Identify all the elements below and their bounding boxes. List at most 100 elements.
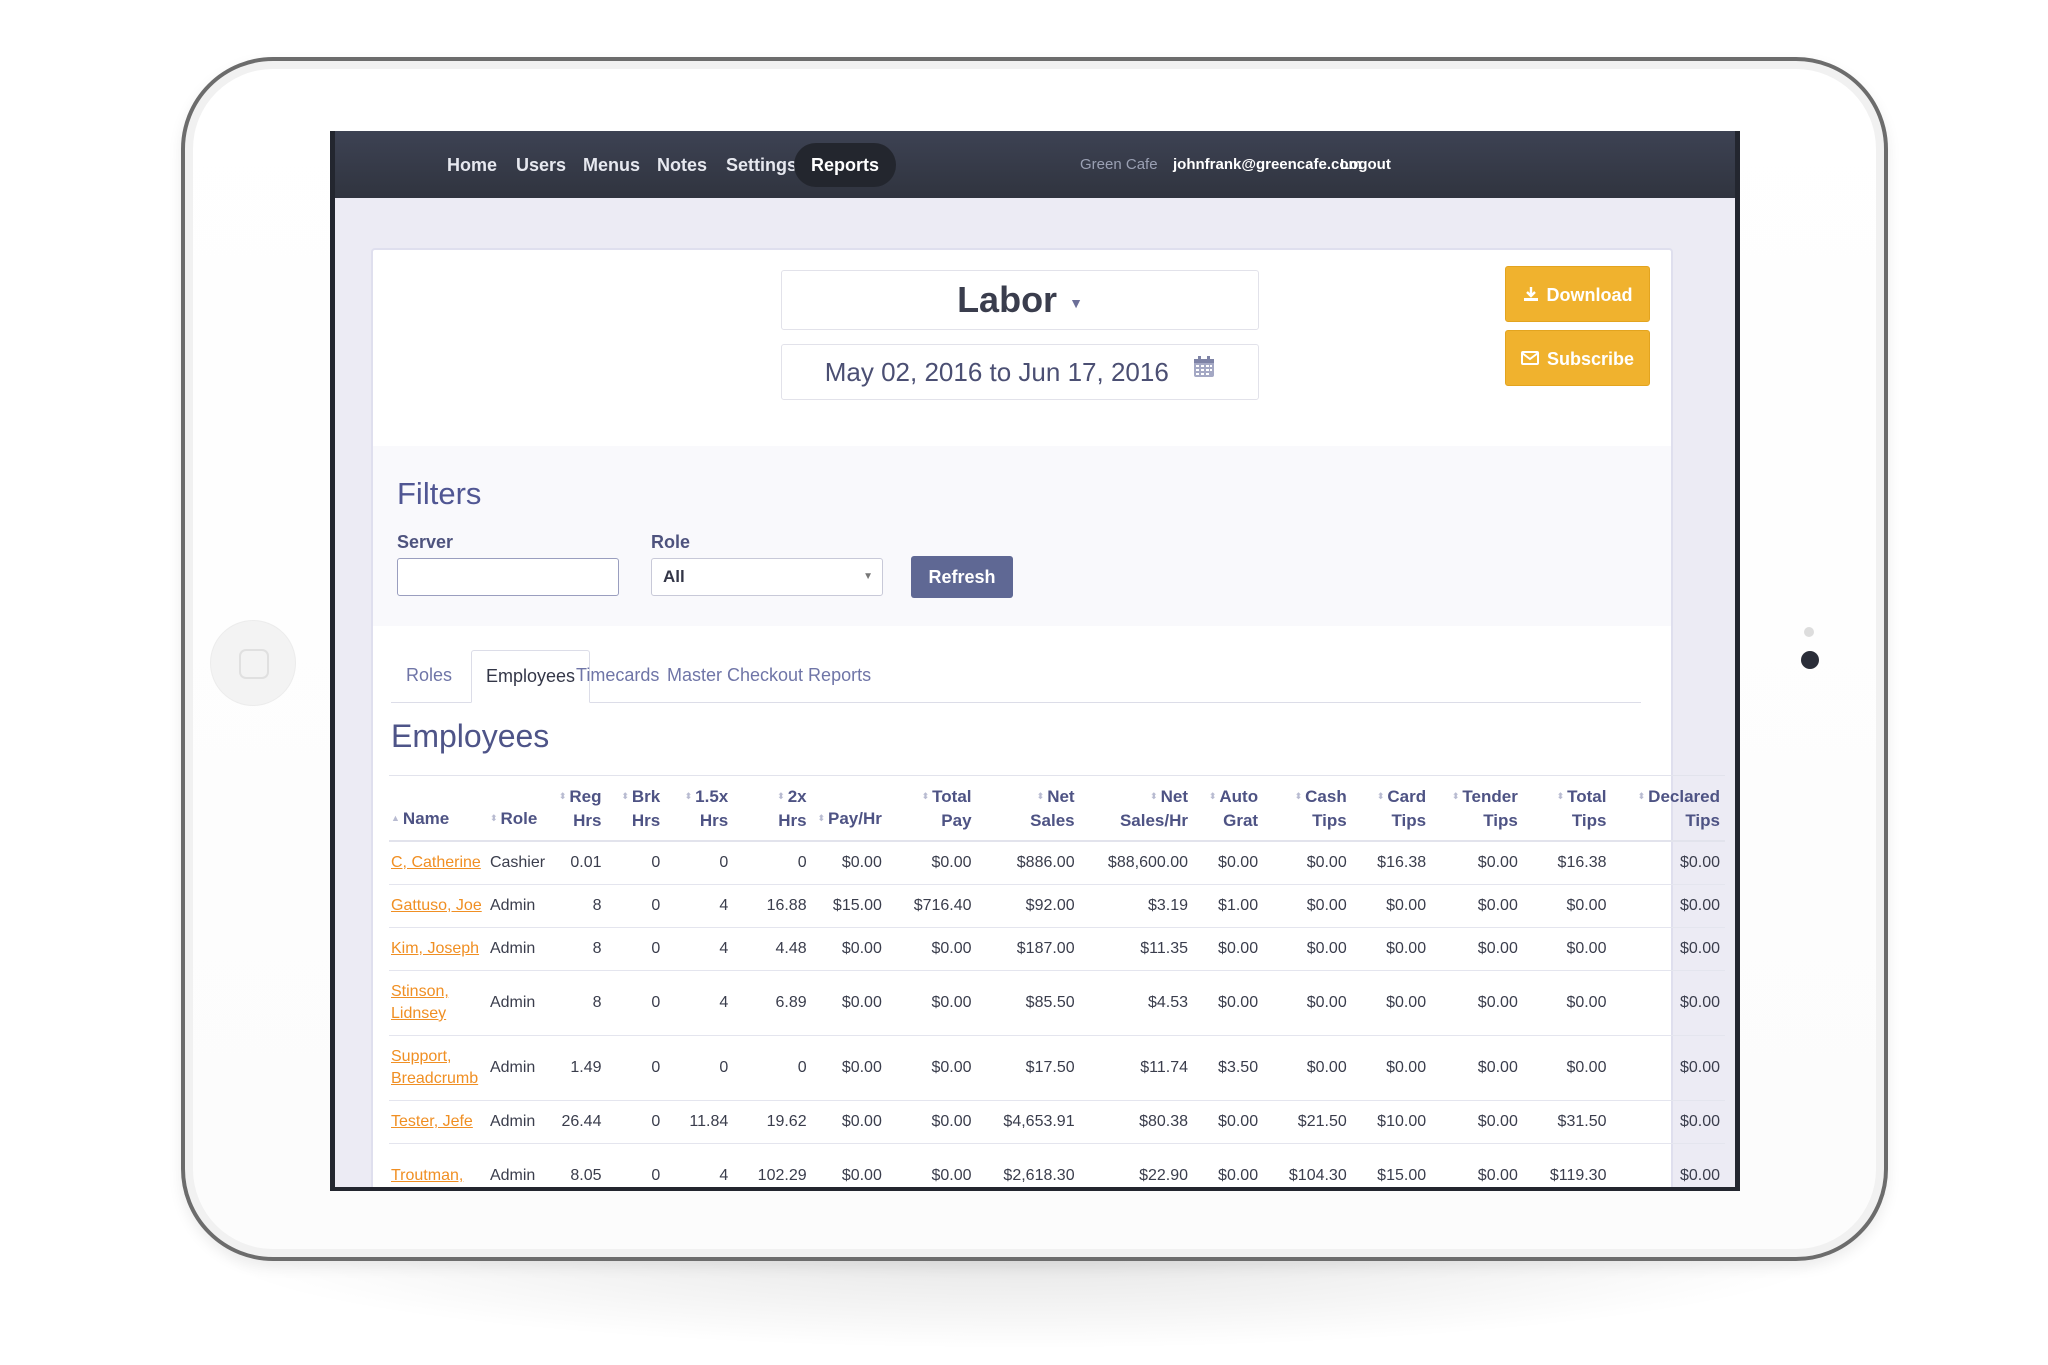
download-button[interactable]: Download [1505,266,1650,322]
report-type-selector[interactable]: Labor ▼ [781,270,1259,330]
column-header[interactable]: ⬍ Total Pay [886,775,977,842]
column-header[interactable]: ⬍ Card Tips [1351,775,1432,842]
subscribe-button[interactable]: Subscribe [1505,330,1650,386]
user-email-link[interactable]: johnfrank@greencafe.com [1173,153,1362,177]
column-header-line2: Tips [1391,811,1427,830]
employee-name-cell: Tester, Jefe [389,1100,488,1144]
table-cell: $0.00 [1193,841,1264,885]
column-header[interactable]: ⬍ Brk Hrs [606,775,666,842]
employee-link[interactable]: Support, Breadcrumb [391,1048,478,1087]
nav-item-notes[interactable]: Notes [657,153,707,177]
employee-link[interactable]: Troutman, [391,1167,463,1184]
table-cell: $0.00 [1431,1143,1523,1187]
column-header[interactable]: ⬍ 2x Hrs [733,775,812,842]
table-cell: $16.38 [1522,841,1612,885]
column-header[interactable]: ▲ Name [389,775,488,842]
column-header[interactable]: ⬍ Total Tips [1522,775,1612,842]
caret-down-icon: ▼ [1069,295,1083,311]
nav-item-home[interactable]: Home [447,153,497,177]
table-cell: $0.00 [886,1143,977,1187]
column-header-line1: Reg [569,787,602,806]
refresh-button[interactable]: Refresh [911,556,1013,598]
employee-link[interactable]: C, Catherine [391,854,481,871]
table-cell: $0.00 [1611,884,1725,928]
table-cell: 16.88 [733,884,812,928]
table-cell: $0.00 [811,927,887,971]
column-header[interactable]: ⬍ 1.5x Hrs [665,775,734,842]
employee-link[interactable]: Stinson, Lidnsey [391,983,449,1022]
column-header-line1: Cash [1305,787,1347,806]
column-header[interactable]: ⬍ Auto Grat [1193,775,1264,842]
column-header[interactable]: ⬍ Reg Hrs [549,775,607,842]
subscribe-label: Subscribe [1546,349,1635,369]
column-header[interactable]: ⬍ Declared Tips [1611,775,1725,842]
table-cell: $0.00 [811,1035,887,1101]
tab-master-checkout-reports[interactable]: Master Checkout Reports [667,650,871,701]
nav-item-users[interactable]: Users [516,153,566,177]
table-cell: $31.50 [1522,1100,1612,1144]
column-header[interactable]: ⬍ Pay/Hr [811,775,887,842]
table-cell: $0.00 [1611,927,1725,971]
tab-employees[interactable]: Employees [471,650,591,703]
table-cell: $0.00 [1522,1035,1612,1101]
sort-icon: ⬍ [921,791,930,801]
table-cell: $0.00 [1522,970,1612,1036]
nav-item-reports[interactable]: Reports [794,143,897,187]
sort-icon: ⬍ [558,791,567,801]
table-cell: $17.50 [976,1035,1080,1101]
camera-icon [1801,651,1819,669]
role-cell: Admin [487,884,550,928]
app-screen: Home Users Menus Notes Settings Reports … [330,131,1740,1191]
role-select[interactable]: All ▼ [651,558,883,596]
column-header-line1: 1.5x [695,787,729,806]
tab-roles[interactable]: Roles [406,650,452,701]
table-cell: $0.00 [1431,1035,1523,1101]
employee-link[interactable]: Kim, Joseph [391,940,479,957]
table-cell: 0 [606,1100,666,1144]
table-cell: 1.49 [549,1035,607,1101]
table-cell: 8.05 [549,1143,607,1187]
column-header-line1: Net [1160,787,1188,806]
table-cell: 0 [606,970,666,1036]
table-cell: 11.84 [665,1100,734,1144]
logout-link[interactable]: Logout [1340,153,1391,177]
employee-link[interactable]: Gattuso, Joe [391,897,482,914]
table-cell: $0.00 [886,1100,977,1144]
nav-item-settings[interactable]: Settings [726,153,797,177]
column-header-line2: Hrs [631,811,661,830]
tab-timecards[interactable]: Timecards [576,650,659,701]
table-cell: $0.00 [886,970,977,1036]
server-input[interactable] [397,558,619,596]
column-header[interactable]: ⬍ Role [487,775,550,842]
employee-link[interactable]: Tester, Jefe [391,1113,473,1130]
column-header[interactable]: ⬍ Net Sales/Hr [1079,775,1193,842]
table-cell: $0.00 [1351,884,1432,928]
column-header[interactable]: ⬍ Cash Tips [1263,775,1352,842]
report-title: Labor [957,279,1058,320]
table-cell: $16.38 [1351,841,1432,885]
table-cell: $15.00 [1351,1143,1432,1187]
sort-ascending-icon: ▲ [391,813,400,823]
table-cell: $22.90 [1079,1143,1193,1187]
column-header-line1: Net [1047,787,1075,806]
table-cell: $0.00 [1263,927,1352,971]
table-cell: $3.19 [1079,884,1193,928]
date-range-picker[interactable]: May 02, 2016 to Jun 17, 2016 [781,344,1259,400]
table-cell: 102.29 [733,1143,812,1187]
table-cell: $92.00 [976,884,1080,928]
column-header-line2: Tips [1312,811,1347,830]
column-header[interactable]: ⬍ Net Sales [976,775,1080,842]
table-cell: $0.00 [1193,970,1264,1036]
sort-icon: ⬍ [1294,791,1303,801]
column-header-line2: Tips [1685,811,1720,830]
report-tabs: Roles Employees Timecards Master Checkou… [391,650,1641,703]
role-cell: Admin [487,927,550,971]
table-cell: 0 [733,1035,812,1101]
table-cell: 0 [606,927,666,971]
table-cell: $0.00 [1263,970,1352,1036]
table-cell: $4.53 [1079,970,1193,1036]
table-cell: $0.00 [1611,970,1725,1036]
nav-item-menus[interactable]: Menus [583,153,640,177]
table-cell: $0.00 [886,1035,977,1101]
column-header[interactable]: ⬍ Tender Tips [1431,775,1523,842]
